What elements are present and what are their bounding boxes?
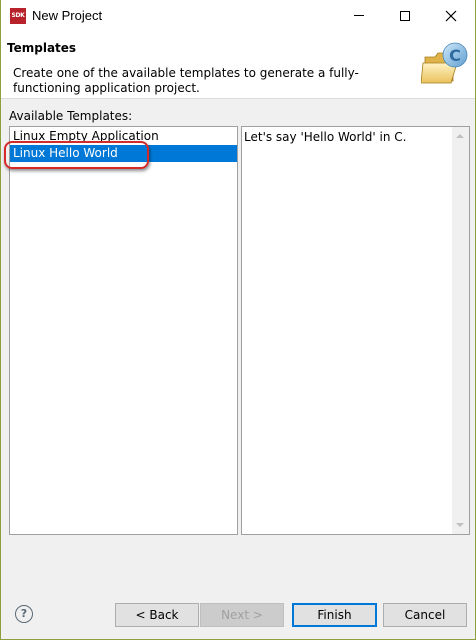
close-icon: [445, 10, 457, 21]
wizard-banner: Templates Create one of the available te…: [1, 31, 475, 99]
available-templates-label: Available Templates:: [9, 109, 133, 123]
cancel-button[interactable]: Cancel: [383, 603, 467, 627]
minimize-button[interactable]: [336, 0, 382, 31]
template-description-text: Let's say 'Hello World' in C.: [244, 130, 407, 144]
help-button[interactable]: ?: [15, 605, 33, 623]
title-bar[interactable]: SDK New Project: [1, 0, 475, 31]
svg-text:C: C: [449, 46, 461, 65]
close-button[interactable]: [428, 0, 474, 31]
maximize-icon: [400, 10, 410, 21]
finish-button[interactable]: Finish: [292, 603, 377, 627]
new-project-dialog: SDK New Project Templates Create one of …: [0, 0, 476, 640]
c-project-folder-icon: C: [421, 42, 468, 84]
window-title: New Project: [32, 8, 103, 23]
minimize-icon: [354, 15, 364, 16]
back-button[interactable]: < Back: [115, 603, 199, 627]
template-linux-empty-application[interactable]: Linux Empty Application: [10, 128, 237, 145]
next-button[interactable]: Next >: [200, 603, 284, 627]
scroll-down-arrow-icon[interactable]: [456, 523, 464, 527]
maximize-button[interactable]: [382, 0, 428, 31]
sdk-app-icon: SDK: [10, 8, 26, 24]
template-description-panel: Let's say 'Hello World' in C.: [241, 126, 470, 535]
description-scrollbar[interactable]: [452, 127, 469, 534]
page-title: Templates: [7, 41, 77, 55]
template-linux-hello-world[interactable]: Linux Hello World: [10, 145, 237, 162]
scroll-up-arrow-icon[interactable]: [456, 134, 464, 138]
templates-list[interactable]: Linux Empty Application Linux Hello Worl…: [9, 126, 238, 535]
page-description: Create one of the available templates to…: [13, 66, 359, 95]
